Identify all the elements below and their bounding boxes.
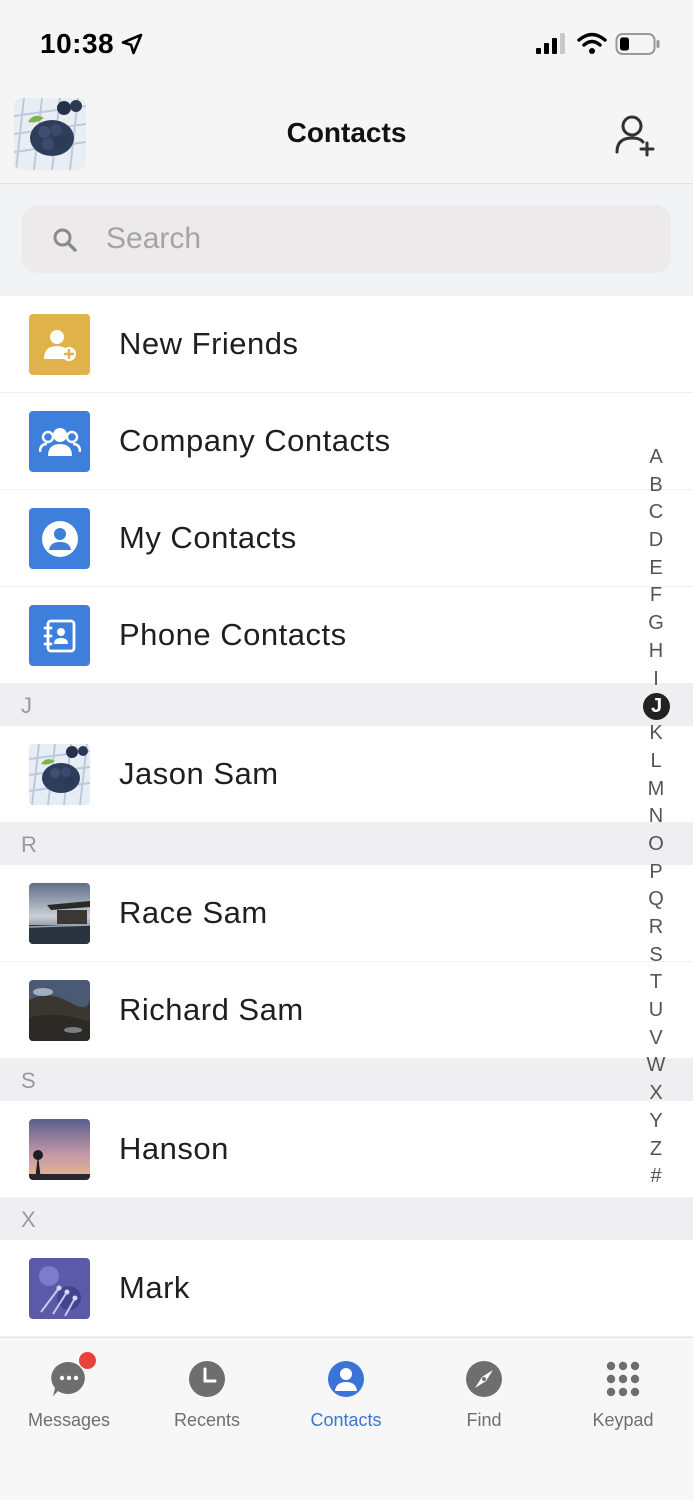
clock-icon	[188, 1360, 226, 1398]
contact-name: Richard Sam	[119, 992, 304, 1027]
contact-name: Mark	[119, 1270, 190, 1305]
index-letter[interactable]: E	[642, 555, 670, 583]
page-title: Contacts	[286, 117, 407, 148]
list-item-new-friends[interactable]: New Friends	[0, 296, 693, 393]
alphabet-index[interactable]: A B C D E F G H I J K L M N O P Q R S T U V W X Y Z #	[642, 444, 670, 1191]
index-letter[interactable]: G	[642, 610, 670, 638]
section-header-r: R	[0, 823, 693, 865]
index-letter[interactable]: S	[642, 942, 670, 970]
tab-find[interactable]: Find	[424, 1360, 544, 1431]
index-letter[interactable]: O	[642, 831, 670, 859]
tab-label: Contacts	[310, 1410, 382, 1430]
contact-name: Race Sam	[119, 895, 268, 930]
index-letter[interactable]: Z	[642, 1136, 670, 1164]
section-header-s: S	[0, 1059, 693, 1101]
contact-avatar	[29, 980, 90, 1041]
status-bar: 10:38	[0, 0, 693, 88]
index-letter[interactable]: X	[642, 1080, 670, 1108]
index-letter[interactable]: J	[643, 693, 670, 721]
search-bar[interactable]	[22, 205, 671, 273]
contact-row[interactable]: Hanson	[0, 1101, 693, 1198]
tab-messages[interactable]: Messages	[9, 1352, 129, 1431]
index-letter[interactable]: W	[642, 1052, 670, 1080]
contact-row[interactable]: Richard Sam	[0, 962, 693, 1059]
list-item-phone-contacts[interactable]: Phone Contacts	[0, 587, 693, 684]
index-letter[interactable]: B	[642, 472, 670, 500]
contact-avatar	[29, 883, 90, 944]
tab-label: Messages	[27, 1410, 111, 1430]
index-letter[interactable]: A	[642, 444, 670, 472]
tab-label: Recents	[173, 1410, 241, 1430]
index-letter[interactable]: R	[642, 914, 670, 942]
list-item-label: My Contacts	[119, 520, 297, 555]
group-icon	[29, 411, 90, 472]
address-book-icon	[29, 605, 90, 666]
index-letter[interactable]: L	[642, 748, 670, 776]
index-letter[interactable]: P	[642, 859, 670, 887]
contact-name: Hanson	[119, 1131, 229, 1166]
index-letter[interactable]: V	[642, 1025, 670, 1053]
search-input[interactable]	[106, 205, 646, 273]
index-letter[interactable]: I	[642, 666, 670, 694]
notification-badge	[79, 1352, 96, 1369]
list-item-company-contacts[interactable]: Company Contacts	[0, 393, 693, 490]
contact-avatar	[29, 1119, 90, 1180]
index-letter[interactable]: #	[642, 1163, 670, 1191]
section-letter: R	[21, 832, 37, 857]
tab-contacts[interactable]: Contacts	[286, 1360, 406, 1431]
section-letter: J	[21, 693, 32, 718]
list-item-label: Phone Contacts	[119, 617, 347, 652]
tab-bar: Messages Recents Contacts Find Keypad	[0, 1337, 693, 1500]
index-letter[interactable]: U	[642, 997, 670, 1025]
index-letter[interactable]: C	[642, 499, 670, 527]
index-letter[interactable]: M	[642, 776, 670, 804]
tab-keypad[interactable]: Keypad	[563, 1360, 683, 1431]
contact-row[interactable]: Race Sam	[0, 865, 693, 962]
person-circle-icon	[29, 508, 90, 569]
contact-avatar	[29, 1258, 90, 1319]
tab-recents[interactable]: Recents	[147, 1360, 267, 1431]
add-person-icon	[29, 314, 90, 375]
person-icon	[327, 1360, 365, 1398]
section-letter: S	[21, 1068, 36, 1093]
index-letter[interactable]: D	[642, 527, 670, 555]
index-letter[interactable]: N	[642, 803, 670, 831]
contact-row[interactable]: Jason Sam	[0, 726, 693, 823]
section-letter: X	[21, 1207, 36, 1232]
index-letter[interactable]: F	[642, 582, 670, 610]
navigation-bar: Contacts	[0, 88, 693, 184]
contacts-list: New Friends Company Contacts My Contacts	[0, 296, 693, 1337]
compass-icon	[465, 1360, 503, 1398]
section-header-j: J	[0, 684, 693, 726]
battery-icon	[615, 33, 660, 55]
add-contact-icon[interactable]	[612, 112, 658, 158]
list-item-my-contacts[interactable]: My Contacts	[0, 490, 693, 587]
index-letter[interactable]: Y	[642, 1108, 670, 1136]
contact-avatar	[29, 744, 90, 805]
contact-row[interactable]: Mark	[0, 1240, 693, 1337]
list-item-label: Company Contacts	[119, 423, 391, 458]
tab-label: Keypad	[592, 1410, 654, 1430]
keypad-icon	[604, 1360, 642, 1398]
contact-name: Jason Sam	[119, 756, 279, 791]
index-letter[interactable]: H	[642, 638, 670, 666]
location-arrow-icon	[121, 33, 143, 55]
tab-label: Find	[466, 1410, 502, 1430]
index-letter[interactable]: T	[642, 969, 670, 997]
index-letter[interactable]: Q	[642, 886, 670, 914]
status-time: 10:38	[40, 28, 115, 59]
list-item-label: New Friends	[119, 326, 299, 361]
cellular-signal-icon	[536, 33, 565, 54]
index-letter[interactable]: K	[642, 720, 670, 748]
search-icon	[53, 228, 77, 252]
wifi-icon	[577, 32, 607, 54]
section-header-x: X	[0, 1198, 693, 1240]
chat-bubble-icon	[50, 1352, 96, 1398]
